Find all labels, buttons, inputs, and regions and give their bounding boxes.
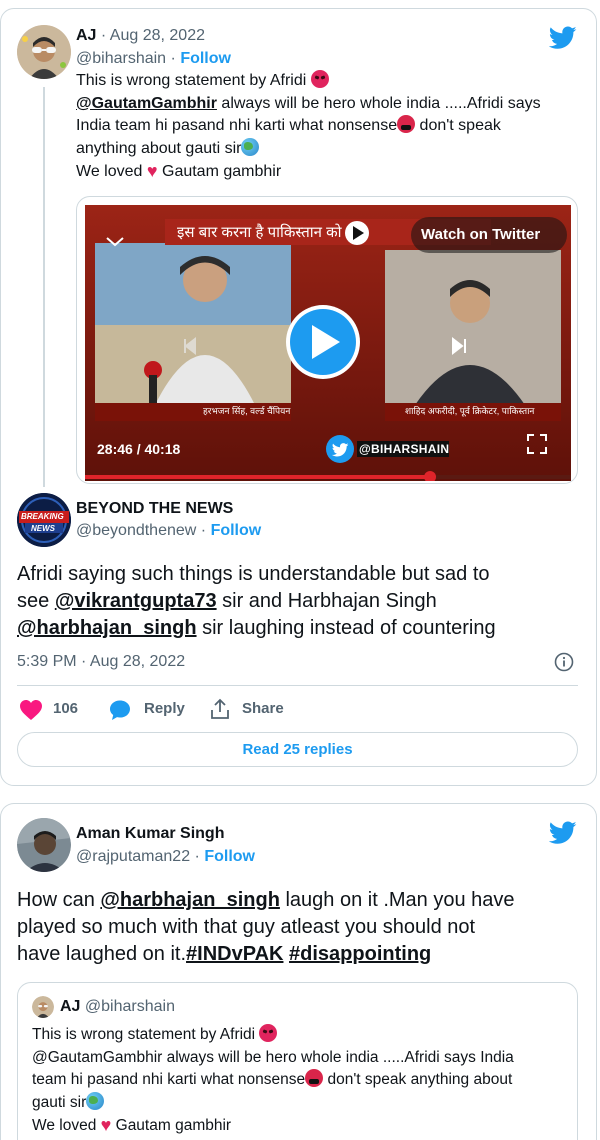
- hashtag-link[interactable]: #disappointing: [289, 943, 431, 965]
- author-name[interactable]: AJ: [76, 27, 96, 44]
- heart-emoji-icon: ♥: [146, 161, 158, 181]
- mention-link[interactable]: @harbhajan_singh: [100, 889, 280, 911]
- follow-link[interactable]: Follow: [204, 848, 255, 865]
- like-count: 106: [53, 700, 79, 717]
- heart-icon: [20, 700, 42, 720]
- twitter-bird-icon[interactable]: [549, 821, 577, 845]
- chevron-down-icon[interactable]: [103, 231, 127, 251]
- avatar[interactable]: BREAKING NEWS: [17, 493, 71, 547]
- like-button[interactable]: 106: [17, 697, 87, 723]
- follow-link[interactable]: Follow: [180, 50, 231, 67]
- next-icon[interactable]: [447, 333, 473, 359]
- author-name[interactable]: Aman Kumar Singh: [76, 825, 224, 842]
- globe-icon: [86, 1091, 105, 1110]
- fullscreen-icon[interactable]: [523, 431, 551, 459]
- tweet-card: AJ · Aug 28, 2022 @biharshain · Follow T…: [0, 8, 597, 786]
- video-time: 28:46 / 40:18: [97, 441, 181, 457]
- avatar-label: BREAKING: [21, 512, 64, 521]
- video-watermark: @BIHARSHAIN: [359, 442, 450, 456]
- avatar-label: NEWS: [31, 524, 55, 533]
- angry-face-icon: [259, 1024, 278, 1042]
- angry-face-icon: [310, 70, 329, 88]
- author-handle[interactable]: @beyondthenew: [76, 522, 196, 539]
- reply-icon: [110, 700, 130, 720]
- tweet-text: This is wrong statement by Afridi @Gauta…: [76, 70, 541, 181]
- author-handle: @biharshain: [84, 998, 175, 1015]
- prev-icon[interactable]: [177, 333, 203, 359]
- share-label: Share: [242, 700, 284, 717]
- video-frame[interactable]: इस बार करना है पाकिस्तान को हरभजन सिंह, …: [85, 205, 571, 481]
- quoted-tweet[interactable]: AJ @biharshain This is wrong statement b…: [17, 982, 578, 1140]
- thread-connector: [43, 87, 45, 487]
- avatar[interactable]: [17, 25, 71, 79]
- mention-link[interactable]: @vikrantgupta73: [55, 590, 217, 612]
- cursing-face-icon: [397, 115, 416, 133]
- separator: ·: [100, 27, 107, 44]
- reply-label: Reply: [144, 700, 185, 717]
- tweet-timestamp[interactable]: 5:39 PM · Aug 28, 2022: [17, 653, 185, 671]
- globe-icon: [241, 137, 260, 156]
- avatar[interactable]: [17, 818, 71, 872]
- mention-link[interactable]: @GautamGambhir: [76, 95, 217, 112]
- tweet-text: How can @harbhajan_singh laugh on it .Ma…: [17, 889, 515, 965]
- watch-on-twitter-button[interactable]: Watch on Twitter: [411, 217, 567, 253]
- play-button[interactable]: [286, 305, 360, 379]
- author-handle[interactable]: @biharshain: [76, 50, 166, 67]
- share-button[interactable]: Share: [209, 697, 289, 723]
- author-name[interactable]: BEYOND THE NEWS: [76, 500, 233, 517]
- info-icon[interactable]: [554, 652, 574, 672]
- read-replies-button[interactable]: Read 25 replies: [17, 732, 578, 767]
- mention-link[interactable]: @harbhajan_singh: [17, 617, 197, 639]
- reply-button[interactable]: Reply: [109, 697, 189, 723]
- video-embed[interactable]: इस बार करना है पाकिस्तान को हरभजन सिंह, …: [76, 196, 578, 484]
- quote-text: This is wrong statement by Afridi @Gauta…: [32, 1024, 514, 1135]
- follow-link[interactable]: Follow: [211, 522, 262, 539]
- caption-left: हरभजन सिंह, वर्ल्ड चैंपियन: [203, 406, 291, 416]
- share-icon: [211, 698, 229, 719]
- twitter-bird-icon[interactable]: [549, 26, 577, 50]
- tweet-card: Aman Kumar Singh @rajputaman22 · Follow …: [0, 803, 597, 1140]
- hashtag-link[interactable]: #INDvPAK: [186, 943, 283, 965]
- video-banner-text: इस बार करना है पाकिस्तान को: [177, 224, 342, 241]
- avatar: [32, 996, 54, 1018]
- video-progress-bar[interactable]: [85, 471, 571, 481]
- caption-right: शाहिद अफरीदी, पूर्व क्रिकेटर, पाकिस्तान: [405, 406, 535, 416]
- author-handle[interactable]: @rajputaman22: [76, 848, 190, 865]
- divider: [17, 685, 578, 686]
- tweet-date[interactable]: Aug 28, 2022: [110, 27, 205, 44]
- heart-emoji-icon: ♥: [100, 1115, 112, 1135]
- author-name: AJ: [60, 998, 81, 1015]
- cursing-face-icon: [305, 1069, 324, 1087]
- tweet-text: Afridi saying such things is understanda…: [17, 563, 496, 639]
